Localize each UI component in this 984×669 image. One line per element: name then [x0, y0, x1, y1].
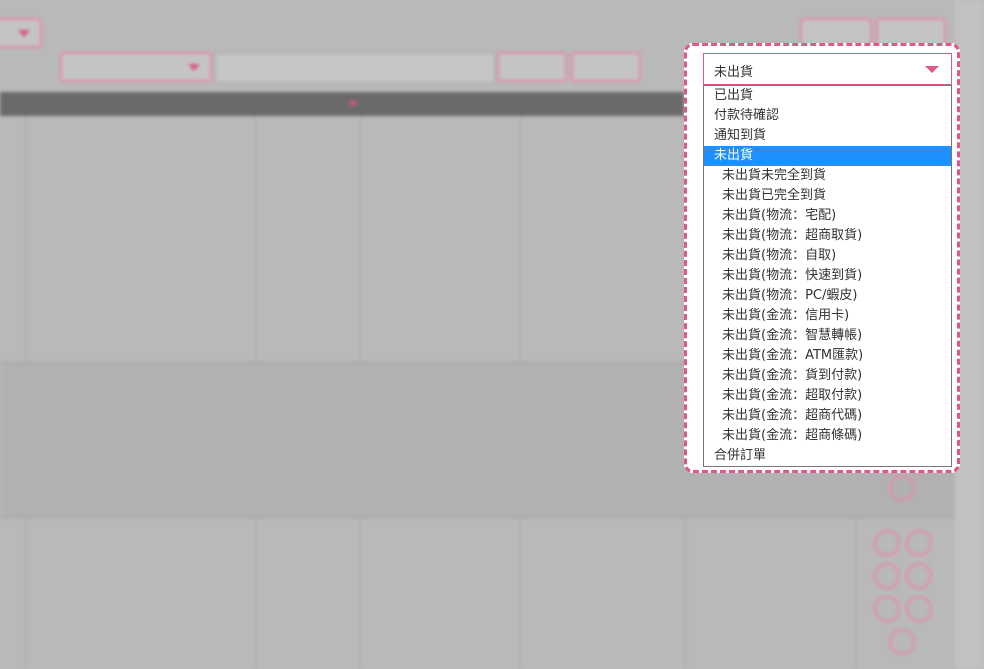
caret-down-icon	[925, 66, 939, 73]
row-divider	[0, 517, 984, 518]
dropdown-option[interactable]: 未出貨(金流：貨到付款)	[704, 366, 951, 386]
dropdown-option[interactable]: 通知到貨	[704, 126, 951, 146]
dropdown-option[interactable]: 未出貨(物流：宅配)	[704, 206, 951, 226]
dropdown-option[interactable]: 付款待確認	[704, 106, 951, 126]
dropdown-option[interactable]: 合併訂單	[704, 446, 951, 466]
background-select[interactable]	[60, 52, 212, 82]
dropdown-option[interactable]: 未出貨(金流：ATM匯款)	[704, 346, 951, 366]
background-button[interactable]	[571, 52, 641, 82]
dropdown-option[interactable]: 未出貨(物流：PC/蝦皮)	[704, 286, 951, 306]
action-icon[interactable]	[906, 563, 932, 589]
background-select[interactable]	[0, 18, 42, 48]
action-icon[interactable]	[889, 629, 915, 655]
action-icon[interactable]	[874, 530, 900, 556]
dropdown-option[interactable]: 未出貨	[704, 146, 951, 166]
action-icon[interactable]	[889, 475, 915, 501]
dropdown-option[interactable]: 未出貨(金流：智慧轉帳)	[704, 326, 951, 346]
caret-down-icon	[188, 64, 200, 71]
background-button[interactable]	[497, 52, 567, 82]
order-status-select-value: 未出貨	[714, 65, 754, 80]
sort-caret-icon	[348, 101, 358, 107]
order-status-options-list: 已出貨 付款待確認 通知到貨 未出貨 未出貨未完全到貨 未出貨已完全到貨 未出貨(物流：宅配…	[703, 85, 952, 467]
action-icon[interactable]	[906, 596, 932, 622]
action-icon[interactable]	[874, 563, 900, 589]
dropdown-option[interactable]: 未出貨(金流：超商條碼)	[704, 426, 951, 446]
order-status-select[interactable]: 未出貨	[703, 53, 952, 85]
dropdown-option[interactable]: 未出貨(金流：超商代碼)	[704, 406, 951, 426]
dropdown-option[interactable]: 未出貨(物流：自取)	[704, 246, 951, 266]
dropdown-option[interactable]: 已出貨	[704, 86, 951, 106]
dropdown-option[interactable]: 未出貨(物流：快速到貨)	[704, 266, 951, 286]
background-search-field[interactable]	[215, 53, 495, 83]
dropdown-option[interactable]: 未出貨(物流：超商取貨)	[704, 226, 951, 246]
dropdown-option[interactable]: 未出貨已完全到貨	[704, 186, 951, 206]
action-icon[interactable]	[874, 596, 900, 622]
action-icon[interactable]	[906, 530, 932, 556]
dropdown-option[interactable]: 未出貨未完全到貨	[704, 166, 951, 186]
caret-down-icon	[18, 30, 30, 37]
table-header	[0, 92, 684, 116]
dropdown-option[interactable]: 未出貨(金流：信用卡)	[704, 306, 951, 326]
dropdown-option[interactable]: 未出貨(金流：超取付款)	[704, 386, 951, 406]
order-status-dropdown-popup: 未出貨 已出貨 付款待確認 通知到貨 未出貨 未出貨未完全到貨 未出貨已完全到貨 未出貨(物…	[684, 43, 960, 473]
